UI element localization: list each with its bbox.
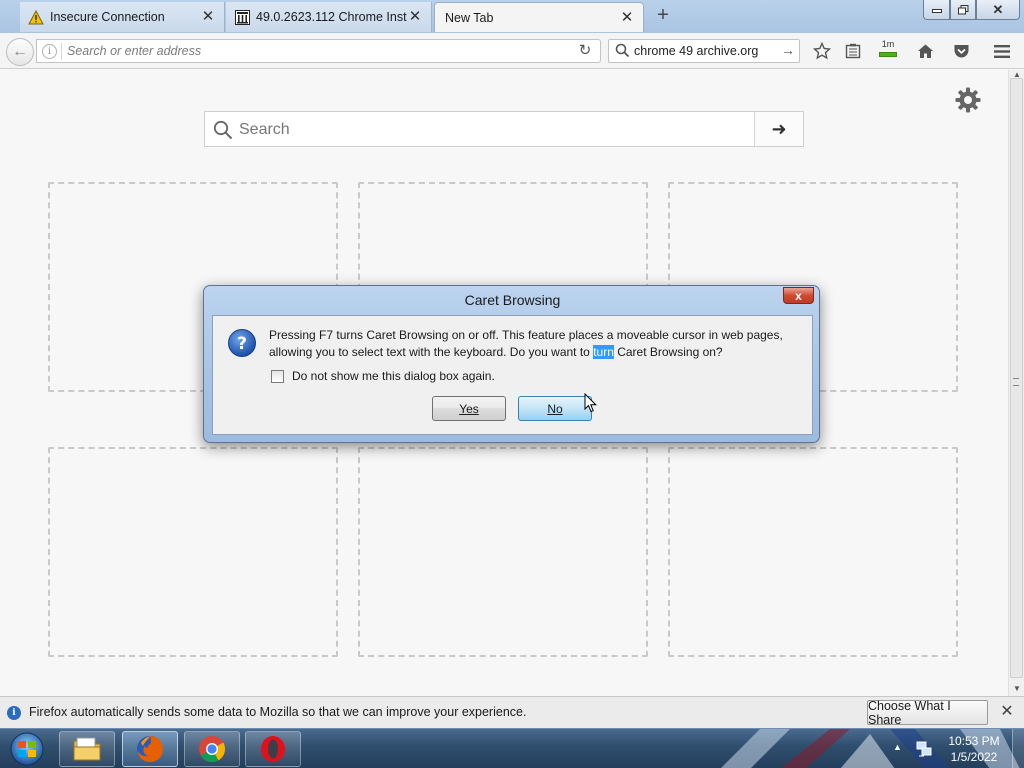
restore-button[interactable] [950,0,976,20]
empty-tile[interactable] [668,447,958,657]
taskbar-firefox[interactable] [122,731,178,767]
notification-text: Firefox automatically sends some data to… [29,705,527,719]
mouse-cursor-icon [584,393,598,413]
file-explorer-icon [73,737,101,761]
checkbox-label: Do not show me this dialog box again. [292,369,495,383]
show-hidden-icons-arrow[interactable]: ▲ [893,742,902,752]
no-button-label: No [547,401,563,416]
dialog-close-button[interactable]: x [783,287,814,304]
scrollbar-grip [1013,378,1019,386]
taskbar-chrome[interactable] [184,731,240,767]
search-submit-arrow-icon[interactable]: ➜ [754,112,803,146]
navigation-toolbar: ← i ↻ chrome 49 archive.org → 1m [0,33,1024,69]
close-window-button[interactable]: ✕ [976,0,1020,20]
download-badge: 1m [881,38,895,49]
back-arrow-icon: ← [12,43,28,60]
search-go-arrow-icon[interactable]: → [781,42,795,58]
download-progress [879,51,897,57]
newtab-search-box[interactable]: ➜ [204,111,804,147]
pocket-icon[interactable] [950,41,972,61]
close-icon[interactable]: ✕ [998,703,1016,721]
close-tab-icon[interactable]: ✕ [407,9,423,25]
back-button[interactable]: ← [6,38,34,66]
close-tab-icon[interactable]: ✕ [200,9,216,25]
dont-show-checkbox[interactable] [271,369,284,383]
search-icon [213,120,233,140]
data-reporting-notification: i Firefox automatically sends some data … [0,696,1024,728]
empty-tile[interactable] [358,447,648,657]
empty-tile[interactable] [48,447,338,657]
newtab-search-input[interactable] [239,118,739,142]
bookmark-star-icon[interactable] [811,41,833,61]
download-icon[interactable]: 1m [877,38,899,58]
caret-browsing-dialog: Caret Browsing x ? Pressing F7 turns Car… [203,285,820,443]
site-info-icon[interactable]: i [42,44,57,59]
tab-title: New Tab [445,10,494,25]
svg-text:?: ? [237,334,247,354]
search-bar[interactable]: chrome 49 archive.org → [608,39,800,63]
network-icon[interactable] [915,740,933,758]
new-tab-button[interactable]: + [652,5,674,27]
tab-title: 49.0.2623.112 Chrome Inst... [256,10,407,24]
divider [61,43,62,60]
warning-icon [28,9,44,25]
no-button[interactable]: No [518,396,592,421]
tab-chrome-archive[interactable]: 49.0.2623.112 Chrome Inst... ✕ [226,2,432,32]
selected-text: turn [593,345,614,359]
opera-icon [261,736,285,762]
clock-time: 10:53 PM [948,734,1000,748]
firefox-icon [137,736,163,762]
close-icon: x [795,288,802,303]
reload-icon[interactable]: ↻ [576,42,594,60]
taskbar-file-explorer[interactable] [59,731,115,767]
info-icon: i [7,706,21,720]
clock-date: 1/5/2022 [950,750,998,764]
yes-button[interactable]: Yes [432,396,506,421]
close-tab-icon[interactable]: ✕ [619,9,635,26]
gear-icon[interactable] [954,86,982,114]
chrome-icon [199,736,226,763]
dialog-message: Pressing F7 turns Caret Browsing on or o… [269,327,799,361]
reading-list-icon[interactable] [842,41,864,61]
search-icon [615,43,630,58]
tab-title: Insecure Connection [50,10,165,24]
tab-insecure-connection[interactable]: Insecure Connection ✕ [20,2,225,32]
tab-new-tab[interactable]: New Tab ✕ [434,2,644,32]
show-desktop-button[interactable] [1012,729,1024,768]
dialog-title: Caret Browsing [464,292,561,308]
system-clock[interactable]: 10:53 PM 1/5/2022 [944,733,1004,765]
start-button[interactable] [4,731,50,767]
scroll-down-arrow-icon[interactable]: ▼ [1012,684,1022,694]
yes-button-label: Yes [459,401,479,416]
address-input[interactable] [67,42,557,60]
home-icon[interactable] [914,41,936,61]
vertical-scrollbar[interactable]: ▲ ▼ [1008,70,1024,696]
dont-show-checkbox-row[interactable]: Do not show me this dialog box again. [271,369,495,383]
taskbar-opera[interactable] [245,731,301,767]
tab-strip: Insecure Connection ✕ 49.0.2623.112 Chro… [0,0,1024,33]
windows-taskbar: ▲ 10:53 PM 1/5/2022 [0,728,1024,768]
dialog-body: ? Pressing F7 turns Caret Browsing on or… [212,315,813,435]
menu-icon[interactable] [991,41,1013,61]
dialog-message-text: Caret Browsing on? [613,345,723,359]
choose-what-i-share-button[interactable]: Choose What I Share [867,699,988,727]
question-icon: ? [228,329,256,357]
archive-icon [234,9,250,25]
search-query: chrome 49 archive.org [634,44,759,58]
minimize-button[interactable] [923,0,950,20]
url-bar[interactable]: i ↻ [36,39,601,63]
